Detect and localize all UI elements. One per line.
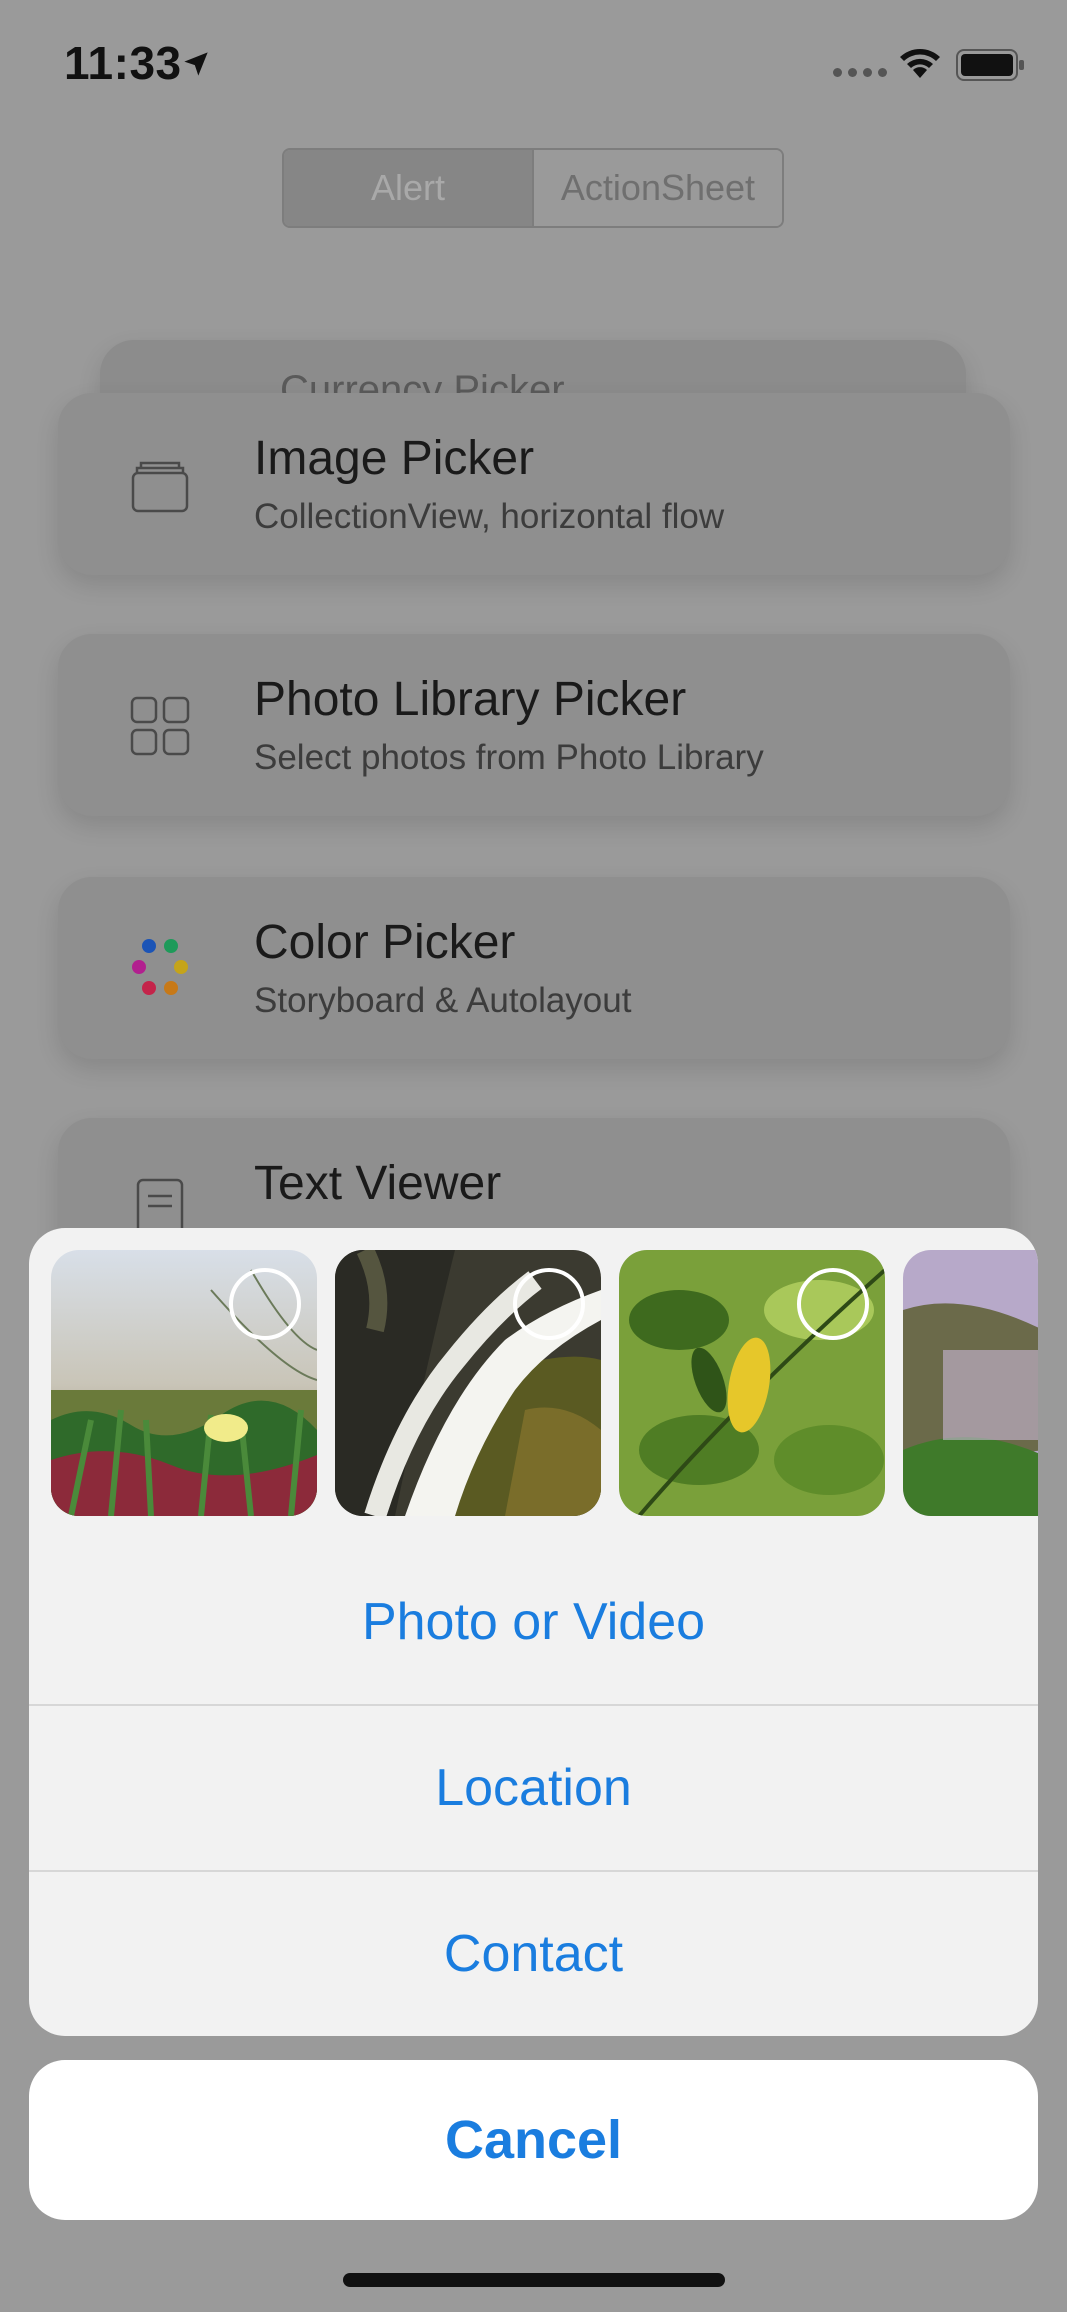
card-title: Text Viewer: [254, 1157, 502, 1210]
card-subtitle: Select photos from Photo Library: [254, 738, 764, 777]
action-contact[interactable]: Contact: [29, 1872, 1038, 2036]
card-color-picker[interactable]: Color Picker Storyboard & Autolayout: [58, 877, 1010, 1059]
photo-image: [903, 1250, 1038, 1516]
photo-strip[interactable]: [29, 1228, 1038, 1518]
segmented-control: Alert ActionSheet: [282, 148, 784, 228]
wifi-icon: [900, 49, 940, 78]
card-title: Image Picker: [254, 432, 535, 485]
select-circle[interactable]: [229, 1268, 301, 1340]
status-bar: 11:33: [0, 0, 1067, 130]
stack-icon: [131, 461, 189, 513]
battery-icon: [956, 49, 1024, 81]
cellular-signal-icon: [833, 68, 887, 77]
select-circle[interactable]: [513, 1268, 585, 1340]
card-title: Color Picker: [254, 916, 516, 969]
segment-alert[interactable]: Alert: [284, 150, 532, 226]
cancel-button[interactable]: Cancel: [29, 2060, 1038, 2220]
photo-thumbnail[interactable]: [335, 1250, 601, 1516]
action-sheet: Photo or Video Location Contact: [29, 1228, 1038, 2036]
card-subtitle: Storyboard & Autolayout: [254, 981, 632, 1020]
action-photo-or-video[interactable]: Photo or Video: [29, 1540, 1038, 1704]
home-indicator[interactable]: [343, 2273, 725, 2287]
location-arrow-icon: [184, 52, 208, 76]
photo-thumbnail[interactable]: [51, 1250, 317, 1516]
card-subtitle: CollectionView, horizontal flow: [254, 497, 725, 536]
grid-icon: [130, 696, 190, 756]
action-location[interactable]: Location: [29, 1706, 1038, 1870]
card-image-picker[interactable]: Image Picker CollectionView, horizontal …: [58, 393, 1010, 575]
card-title: Photo Library Picker: [254, 673, 687, 726]
photo-thumbnail[interactable]: [619, 1250, 885, 1516]
photo-thumbnail[interactable]: [903, 1250, 1038, 1516]
card-photo-library-picker[interactable]: Photo Library Picker Select photos from …: [58, 634, 1010, 816]
select-circle[interactable]: [797, 1268, 869, 1340]
color-dots-icon: [132, 939, 188, 995]
segment-actionsheet[interactable]: ActionSheet: [532, 150, 782, 226]
status-time: 11:33: [64, 37, 182, 89]
